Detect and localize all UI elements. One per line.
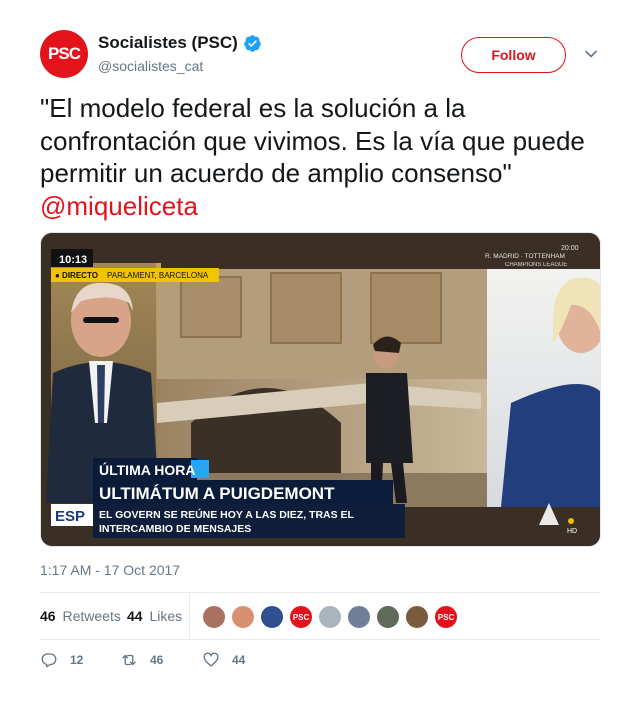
heart-icon	[203, 652, 219, 667]
liker-avatar[interactable]	[202, 605, 226, 629]
liker-avatar[interactable]	[260, 605, 284, 629]
media-time: 10:13	[59, 254, 87, 266]
tweet-header: PSC Socialistes (PSC) @socialistes_cat F…	[40, 30, 600, 80]
tweet-body: "El modelo federal es la solución a la c…	[40, 93, 585, 188]
chevron-down-icon[interactable]	[584, 47, 598, 61]
liker-avatar-text: PSC	[437, 612, 455, 622]
avatar-logo-text: PSC	[48, 44, 81, 63]
liker-avatar[interactable]	[318, 605, 342, 629]
media-channel-tag: ESP	[55, 508, 85, 525]
like-button[interactable]: 44	[202, 651, 245, 669]
display-name[interactable]: Socialistes (PSC)	[98, 33, 238, 53]
reply-icon	[41, 653, 57, 668]
media-location: PARLAMENT, BARCELONA	[107, 271, 209, 280]
mention-link[interactable]: @miqueliceta	[40, 191, 198, 221]
liker-avatar[interactable]: PSC	[289, 605, 313, 629]
like-count: 44	[232, 653, 246, 667]
media-image: 10:13 ● DIRECTO PARLAMENT, BARCELONA 20:…	[41, 233, 600, 546]
account-names: Socialistes (PSC) @socialistes_cat	[98, 33, 262, 74]
liker-avatar[interactable]	[231, 605, 255, 629]
handle[interactable]: @socialistes_cat	[98, 58, 262, 74]
likes-count: 44	[127, 608, 143, 624]
tweet-actions: 12 46 44	[40, 648, 340, 672]
retweet-button[interactable]: 46	[120, 651, 163, 669]
display-name-row[interactable]: Socialistes (PSC)	[98, 33, 262, 53]
liker-avatar[interactable]	[347, 605, 371, 629]
media-match: R. MADRID · TOTTENHAM	[485, 253, 565, 260]
likes-stat[interactable]: 44 Likes	[127, 608, 182, 624]
follow-button[interactable]: Follow	[461, 37, 566, 73]
verified-badge-icon	[244, 34, 261, 52]
tweet-text: "El modelo federal es la solución a la c…	[40, 92, 600, 222]
tweet-stats: 46 Retweets 44 Likes PSC PSC	[40, 592, 600, 640]
liker-avatar[interactable]	[376, 605, 400, 629]
media-clock: 20:00	[561, 245, 579, 252]
liker-avatar[interactable]: PSC	[434, 605, 458, 629]
likes-label: Likes	[149, 608, 183, 624]
media-subline-1: EL GOVERN SE REÚNE HOY A LAS DIEZ, TRAS …	[99, 508, 355, 521]
retweets-label: Retweets	[62, 608, 121, 624]
liker-avatar-text: PSC	[292, 612, 310, 622]
avatar[interactable]: PSC	[40, 30, 88, 78]
retweet-icon	[122, 654, 136, 666]
retweet-count: 46	[150, 653, 164, 667]
reply-count: 12	[70, 653, 84, 667]
tweet-timestamp[interactable]: 1:17 AM - 17 Oct 2017	[40, 562, 180, 578]
media-subline-2: INTERCAMBIO DE MENSAJES	[99, 523, 251, 535]
media-live-label: ● DIRECTO	[55, 271, 98, 280]
media-competition: CHAMPIONS LEAGUE	[505, 262, 567, 268]
liker-avatar[interactable]	[405, 605, 429, 629]
retweets-count: 46	[40, 608, 56, 624]
media-breaking-label: ÚLTIMA HORA	[99, 461, 195, 478]
media-channel-badge: HD	[567, 528, 577, 535]
retweets-stat[interactable]: 46 Retweets	[40, 608, 121, 624]
media-headline: ULTIMÁTUM A PUIGDEMONT	[99, 484, 335, 503]
reply-button[interactable]: 12	[40, 651, 83, 669]
stats-divider	[189, 593, 190, 640]
tweet-media[interactable]: 10:13 ● DIRECTO PARLAMENT, BARCELONA 20:…	[40, 232, 601, 547]
